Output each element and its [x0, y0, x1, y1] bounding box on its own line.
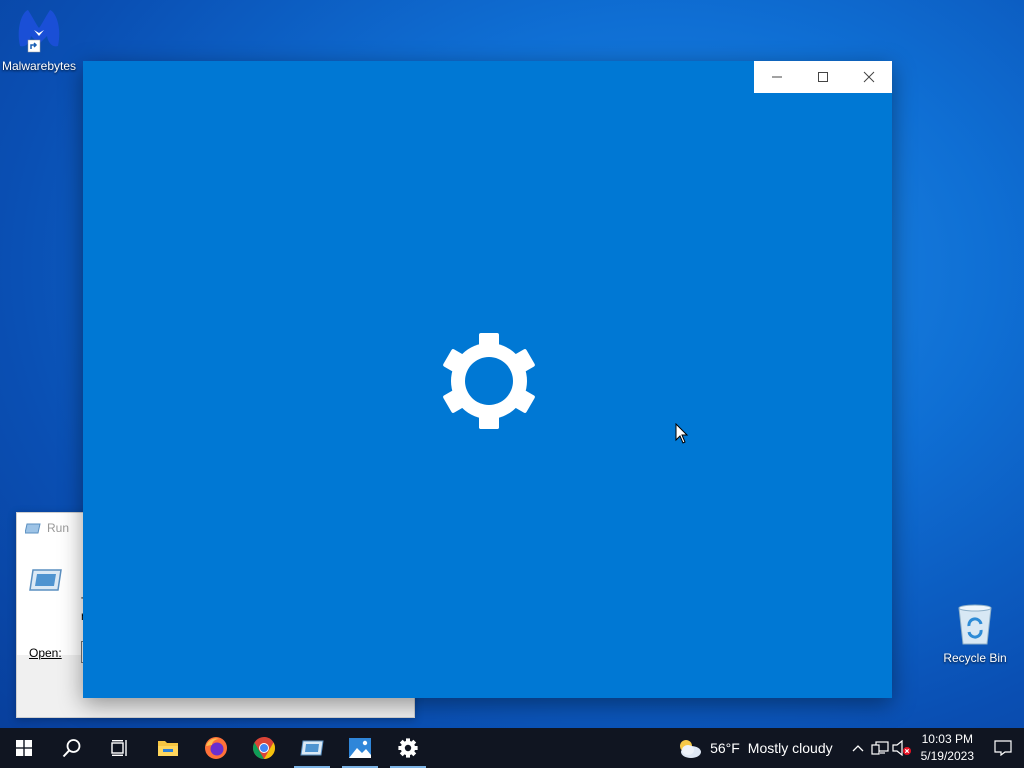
minimize-button[interactable]: [754, 61, 800, 93]
run-title: Run: [47, 521, 70, 535]
taskbar: 56°F Mostly cloudy 10:03 PM 5/19/2023: [0, 728, 1024, 768]
weather-widget[interactable]: 56°F Mostly cloudy: [676, 737, 833, 759]
maximize-icon: [818, 72, 828, 82]
taskbar-settings[interactable]: [384, 728, 432, 768]
run-program-icon: [29, 569, 62, 591]
taskbar-firefox[interactable]: [192, 728, 240, 768]
caption-buttons: [754, 61, 892, 93]
clock[interactable]: 10:03 PM 5/19/2023: [913, 731, 982, 765]
system-tray: 56°F Mostly cloudy 10:03 PM 5/19/2023: [676, 728, 1024, 768]
action-center-button[interactable]: [982, 728, 1024, 768]
taskbar-chrome[interactable]: [240, 728, 288, 768]
run-icon: [25, 523, 41, 534]
close-button[interactable]: [846, 61, 892, 93]
task-view-button[interactable]: [96, 728, 144, 768]
weather-temp: 56°F: [710, 740, 740, 756]
clock-time: 10:03 PM: [921, 732, 973, 746]
minimize-icon: [772, 76, 782, 78]
desktop-icon-malwarebytes[interactable]: Malwarebytes: [0, 6, 79, 73]
settings-window: [83, 61, 892, 698]
maximize-button[interactable]: [800, 61, 846, 93]
chrome-icon: [253, 737, 275, 759]
desktop-icon-label: Malwarebytes: [1, 59, 77, 73]
volume-muted-icon: [892, 740, 911, 756]
run-icon: [300, 740, 324, 756]
task-view-icon: [111, 740, 127, 756]
close-icon: [863, 71, 875, 83]
mouse-cursor-icon: [675, 423, 689, 444]
photos-icon: [349, 738, 371, 758]
malwarebytes-icon: [18, 10, 60, 53]
weather-condition: Mostly cloudy: [747, 740, 833, 756]
start-button[interactable]: [0, 728, 48, 768]
search-button[interactable]: [48, 728, 96, 768]
volume-button[interactable]: [891, 728, 913, 768]
network-button[interactable]: [869, 728, 891, 768]
taskbar-photos[interactable]: [336, 728, 384, 768]
search-icon: [62, 739, 81, 758]
taskbar-run[interactable]: [288, 728, 336, 768]
settings-gear-icon: [443, 333, 535, 429]
folder-icon: [158, 741, 178, 756]
firefox-icon: [205, 737, 227, 759]
desktop-icon-recycle-bin[interactable]: Recycle Bin: [935, 602, 1015, 665]
chevron-up-icon: [852, 745, 864, 752]
taskbar-file-explorer[interactable]: [144, 728, 192, 768]
weather-cloudy-icon: [680, 740, 702, 758]
clock-date: 5/19/2023: [920, 749, 974, 763]
network-icon: [871, 741, 889, 755]
windows-logo-icon: [16, 740, 32, 756]
show-hidden-icons-button[interactable]: [847, 728, 869, 768]
gear-icon: [398, 738, 418, 758]
open-label: Open:: [29, 646, 62, 660]
desktop-icon-label: Recycle Bin: [943, 651, 1007, 665]
recycle-bin-icon: [958, 604, 992, 645]
notification-icon: [994, 740, 1012, 756]
